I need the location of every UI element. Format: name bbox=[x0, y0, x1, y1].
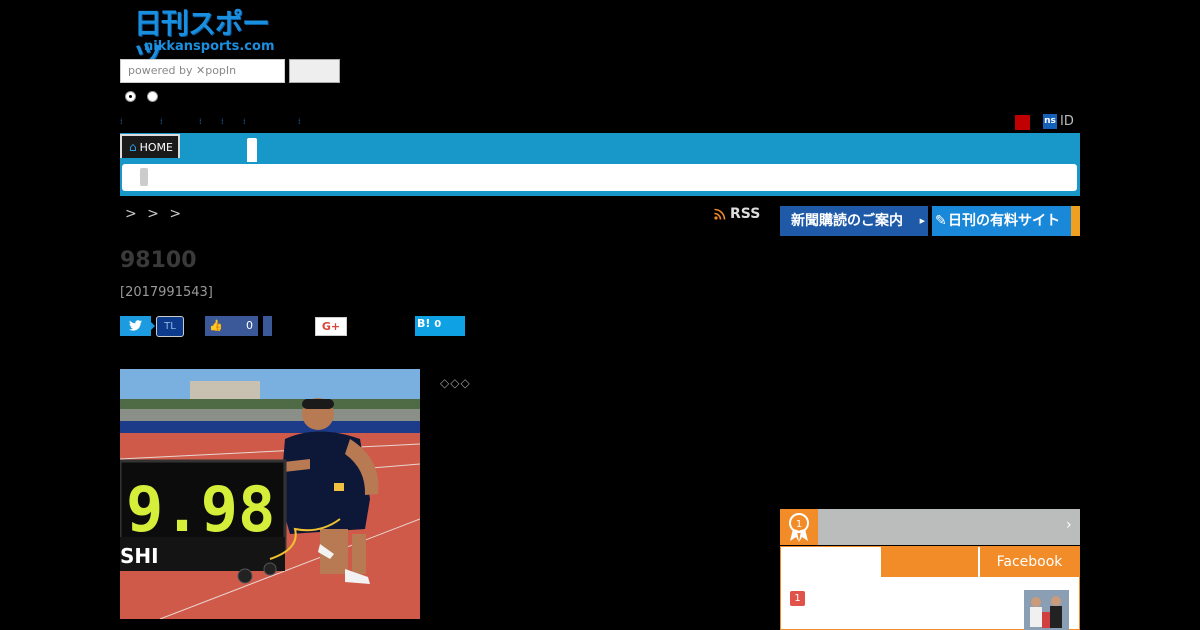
search-button[interactable] bbox=[289, 59, 340, 83]
pencil-icon: ✎ bbox=[935, 213, 947, 229]
breadcrumb[interactable]: > > > bbox=[125, 206, 181, 222]
svg-text:1: 1 bbox=[796, 519, 802, 530]
hatena-icon: B! bbox=[417, 317, 431, 330]
site-logo[interactable]: 日刊スポーツ nikkansports.com bbox=[130, 8, 290, 72]
sub-nav-bar bbox=[122, 164, 1077, 191]
nav-tab-indicator[interactable] bbox=[247, 138, 257, 162]
article-photo[interactable]: 9.98 SHI bbox=[120, 369, 420, 619]
rss-icon[interactable] bbox=[714, 208, 726, 223]
scoreboard-reading: 9.98 bbox=[126, 473, 275, 546]
article-title: 98100 bbox=[120, 248, 197, 273]
id-login-link[interactable]: ID bbox=[1060, 114, 1074, 129]
paid-sites-banner[interactable]: ✎ 日刊の有料サイト bbox=[932, 206, 1080, 236]
google-plus-button[interactable]: G+ bbox=[315, 317, 347, 336]
ranking-medal-icon: 1 bbox=[780, 509, 818, 545]
subscribe-banner[interactable]: 新聞購読のご案内 ▶ bbox=[780, 206, 928, 236]
nav-home-label: HOME bbox=[139, 141, 173, 154]
ns-badge-icon[interactable]: ns bbox=[1043, 114, 1057, 129]
ranking-item-thumbnail[interactable] bbox=[1024, 590, 1069, 630]
top-link-5[interactable]: ⁞ bbox=[243, 117, 246, 126]
chevron-right-icon[interactable]: › bbox=[1066, 517, 1072, 533]
twitter-icon bbox=[129, 320, 142, 331]
tweet-count-pointer bbox=[151, 322, 155, 330]
article-date: [2017991543] bbox=[120, 285, 213, 300]
rss-link[interactable]: RSS bbox=[730, 206, 760, 222]
thumbs-up-icon: 👍 bbox=[209, 319, 223, 332]
sub-nav-item[interactable] bbox=[140, 168, 148, 186]
home-icon: ⌂ bbox=[129, 140, 137, 154]
ranking-tab-facebook[interactable]: Facebook bbox=[980, 547, 1079, 577]
rank-number-badge: 1 bbox=[790, 591, 805, 606]
top-link-4[interactable]: ⁞ bbox=[221, 117, 224, 126]
nav-tab-home[interactable]: ⌂ HOME bbox=[120, 134, 180, 158]
ranking-header[interactable] bbox=[780, 509, 1080, 545]
top-link-3[interactable]: ⁞ bbox=[199, 117, 202, 126]
search-scope-radio-web[interactable] bbox=[147, 91, 158, 102]
search-input[interactable]: powered by ✕popIn bbox=[120, 59, 285, 83]
scoreboard-banner-text: SHI bbox=[120, 544, 159, 568]
paid-sites-banner-label: 日刊の有料サイト bbox=[948, 213, 1060, 229]
top-link-2[interactable]: ⁞ bbox=[160, 117, 163, 126]
facebook-like-button[interactable]: 👍 0 bbox=[205, 316, 258, 336]
ranking-tab-2[interactable] bbox=[881, 547, 978, 577]
top-link-6[interactable]: ⁞ bbox=[298, 117, 301, 126]
subscribe-banner-label: 新聞購読のご案内 bbox=[791, 213, 903, 229]
logo-subtext: nikkansports.com bbox=[144, 39, 275, 54]
tweet-button[interactable] bbox=[120, 316, 151, 336]
arrow-right-icon: ▶ bbox=[919, 217, 925, 225]
top-link-1[interactable]: ⁞ bbox=[120, 117, 123, 126]
hatena-bookmark-button[interactable]: B! 0 bbox=[415, 316, 465, 336]
like-count: 0 bbox=[246, 319, 253, 332]
photo-caption: ◇◇◇ bbox=[440, 376, 471, 390]
hatena-count: 0 bbox=[434, 319, 442, 330]
ranking-tab-1[interactable] bbox=[781, 547, 881, 577]
search-scope-radio-site[interactable] bbox=[125, 91, 136, 102]
timeline-button[interactable]: TL bbox=[156, 316, 184, 337]
login-icon[interactable] bbox=[1015, 115, 1030, 130]
banner-accent-strip bbox=[1071, 206, 1080, 236]
facebook-share-button[interactable] bbox=[263, 316, 272, 336]
athlete-photo-image: 9.98 SHI bbox=[120, 369, 420, 619]
